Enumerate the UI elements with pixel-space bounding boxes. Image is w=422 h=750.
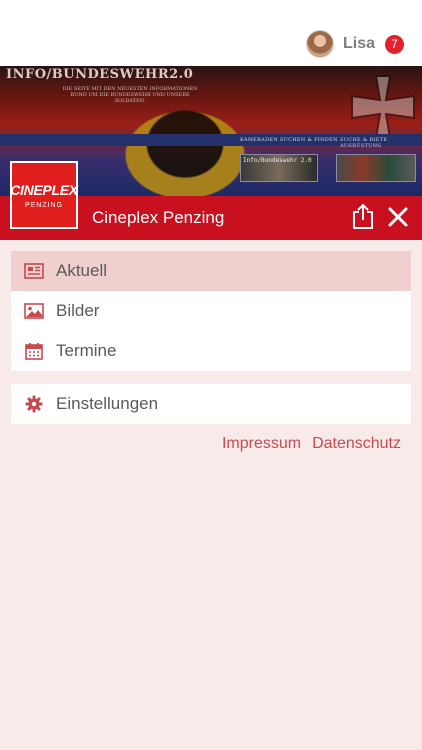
top-bar: Lisa 7 [0, 0, 422, 66]
gear-icon [24, 394, 44, 414]
eagle-emblem-image [110, 100, 260, 196]
cinema-logo: CINEPLEX PENZING [10, 161, 78, 229]
banner-thumbnail-gear [336, 154, 416, 182]
newspaper-icon [24, 261, 44, 281]
share-icon[interactable] [351, 203, 375, 229]
menu-item-label: Aktuell [56, 261, 108, 280]
menu-item-label: Einstellungen [56, 394, 159, 413]
menu-item-label: Bilder [56, 301, 100, 320]
iron-cross-image [351, 75, 415, 139]
banner-thumbnail-label: Info/Bundeswehr 2.0 [243, 157, 312, 164]
close-icon[interactable] [387, 206, 409, 228]
datenschutz-link[interactable]: Datenschutz [312, 435, 401, 453]
notification-badge[interactable]: 7 [385, 34, 404, 54]
menu-item-termine[interactable]: Termine [11, 331, 411, 371]
banner-subtitle: DIE SEITE MIT DEN NEUESTEN INFORMATIONEN… [62, 86, 198, 104]
page-title: Cineplex Penzing [92, 208, 225, 227]
settings-menu: Einstellungen [11, 384, 411, 424]
image-icon [24, 301, 44, 321]
user-profile[interactable]: Lisa 7 [305, 30, 404, 58]
impressum-link[interactable]: Impressum [222, 435, 301, 453]
menu-item-bilder[interactable]: Bilder [11, 291, 411, 331]
banner-thumbnail-info: Info/Bundeswehr 2.0 [240, 154, 318, 182]
banner-link-kameraden: KAMERADEN SUCHEN & FINDEN [240, 137, 338, 143]
banner-link-ausruestung: SUCHE & BIETE AUSRÜSTUNG [340, 137, 388, 149]
logo-subtitle: PENZING [24, 201, 64, 209]
banner-title: INFO/BUNDESWEHR2.0 [6, 67, 194, 82]
logo-wordmark: CINEPLEX [10, 181, 78, 198]
main-menu: Aktuell Bilder Termine [11, 251, 411, 371]
menu-item-einstellungen[interactable]: Einstellungen [11, 384, 411, 424]
avatar[interactable] [305, 30, 334, 58]
user-name[interactable]: Lisa [343, 35, 375, 53]
menu-item-aktuell[interactable]: Aktuell [11, 251, 411, 291]
footer-links: Impressum Datenschutz [222, 435, 401, 453]
calendar-icon [24, 341, 44, 361]
menu-item-label: Termine [56, 341, 117, 360]
